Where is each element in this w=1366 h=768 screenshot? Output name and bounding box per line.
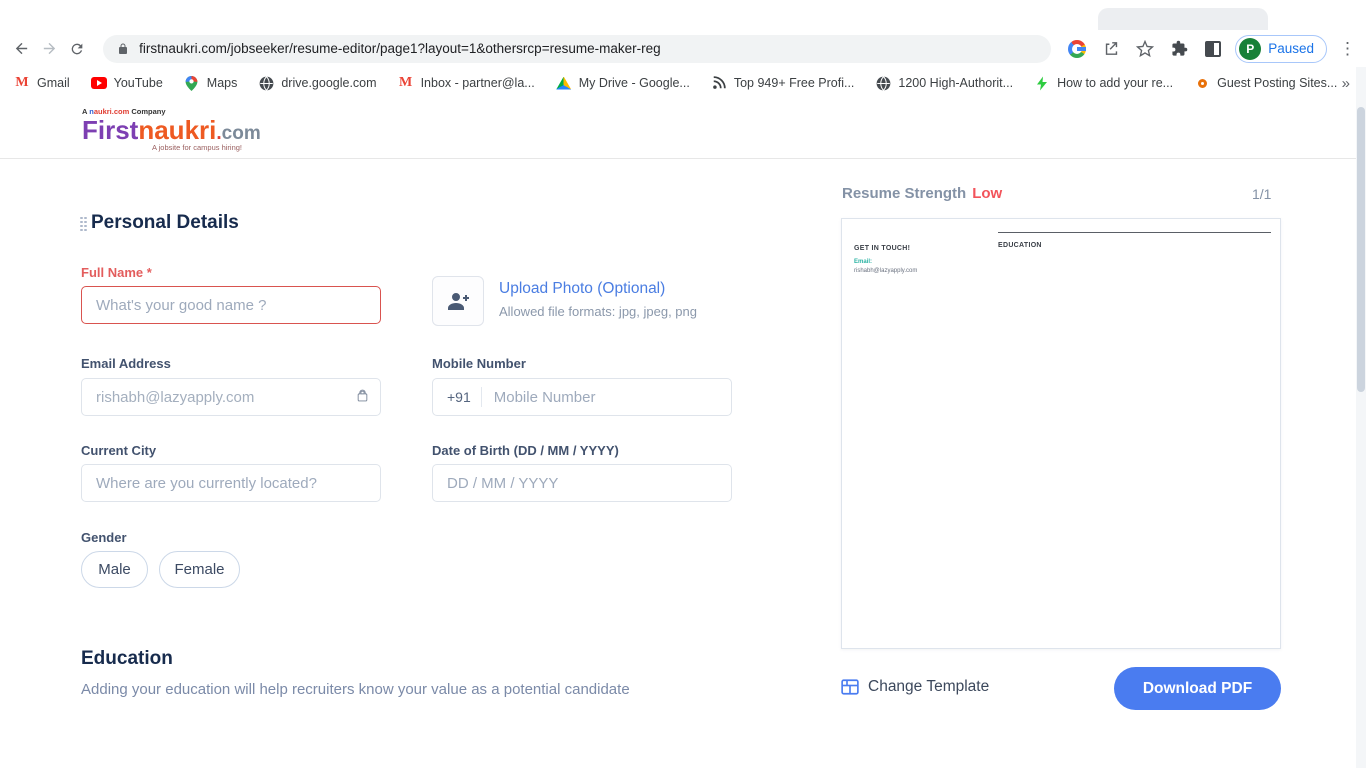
- gender-label: Gender: [81, 530, 127, 545]
- bookmark-how-to-add[interactable]: How to add your re...: [1034, 75, 1173, 91]
- gender-male-button[interactable]: Male: [81, 551, 148, 588]
- avatar: P: [1239, 38, 1261, 60]
- site-header: A naukri.com Company Firstnaukri.com A j…: [0, 99, 1366, 159]
- upload-photo-link[interactable]: Upload Photo (Optional): [499, 280, 665, 298]
- share-icon[interactable]: [1099, 37, 1123, 61]
- change-template-button[interactable]: Change Template: [841, 678, 989, 696]
- person-add-icon: [446, 289, 470, 313]
- bookmark-inbox[interactable]: M Inbox - partner@la...: [398, 75, 535, 91]
- reload-icon: [69, 41, 85, 57]
- bookmark-youtube[interactable]: YouTube: [91, 75, 163, 91]
- sync-paused-label: Paused: [1268, 41, 1314, 56]
- resume-strength: Resume StrengthLow: [842, 185, 1002, 202]
- email-label: Email Address: [81, 356, 171, 371]
- resume-email-label: Email:: [854, 259, 872, 265]
- gender-female-button[interactable]: Female: [159, 551, 240, 588]
- address-bar[interactable]: firstnaukri.com/jobseeker/resume-editor/…: [103, 35, 1051, 63]
- strength-value-badge: Low: [972, 185, 1002, 202]
- side-panel-icon[interactable]: [1201, 37, 1225, 61]
- forward-button[interactable]: [36, 35, 64, 63]
- mobile-country-code: +91: [433, 387, 482, 407]
- email-lock-icon: [356, 388, 369, 408]
- scrollbar-track[interactable]: [1356, 67, 1366, 768]
- drag-handle-icon[interactable]: [80, 217, 88, 233]
- google-account-icon[interactable]: [1065, 37, 1089, 61]
- education-section-title: Education: [81, 648, 173, 670]
- mobile-field-wrap: +91: [432, 378, 732, 416]
- profile-button[interactable]: P Paused: [1235, 35, 1327, 63]
- youtube-icon: [91, 75, 107, 91]
- back-button[interactable]: [8, 35, 36, 63]
- current-city-input[interactable]: [81, 464, 381, 502]
- full-name-input[interactable]: [81, 286, 381, 324]
- resume-section-divider: [998, 232, 1271, 233]
- full-name-label: Full Name *: [81, 265, 152, 280]
- gmail-icon: M: [398, 75, 414, 91]
- education-section-subtitle: Adding your education will help recruite…: [81, 681, 630, 698]
- bookmark-gmail[interactable]: M Gmail: [14, 75, 70, 91]
- mobile-label: Mobile Number: [432, 356, 526, 371]
- personal-details-title: Personal Details: [91, 212, 239, 234]
- resume-education-heading: EDUCATION: [998, 242, 1042, 249]
- toolbar-icons: P Paused ⋮: [1065, 35, 1366, 63]
- bookmark-my-drive[interactable]: My Drive - Google...: [556, 75, 690, 91]
- upload-photo-hint: Allowed file formats: jpg, jpeg, png: [499, 304, 697, 319]
- ssl-lock-icon[interactable]: [117, 42, 129, 56]
- back-arrow-icon: [13, 40, 30, 57]
- page-indicator: 1/1: [1252, 186, 1271, 202]
- upload-photo-box[interactable]: [432, 276, 484, 326]
- bookmark-guest-posting[interactable]: Guest Posting Sites...: [1194, 75, 1337, 91]
- bookmark-top-949[interactable]: Top 949+ Free Profi...: [711, 75, 855, 91]
- reload-button[interactable]: [63, 35, 91, 63]
- browser-window: firstnaukri.com/jobseeker/resume-editor/…: [0, 0, 1366, 768]
- extensions-puzzle-icon[interactable]: [1167, 37, 1191, 61]
- resume-preview-card[interactable]: GET IN TOUCH! Email: rishabh@lazyapply.c…: [841, 218, 1281, 649]
- globe-icon: [258, 75, 274, 91]
- dob-input[interactable]: [432, 464, 732, 502]
- bookmark-1200-high[interactable]: 1200 High-Authorit...: [875, 75, 1013, 91]
- email-input[interactable]: [81, 378, 381, 416]
- url-text[interactable]: firstnaukri.com/jobseeker/resume-editor/…: [139, 41, 661, 56]
- gmail-icon: M: [14, 75, 30, 91]
- dob-label: Date of Birth (DD / MM / YYYY): [432, 443, 619, 458]
- lightning-bolt-icon: [1034, 75, 1050, 91]
- feed-icon: [711, 75, 727, 91]
- bookmark-star-icon[interactable]: [1133, 37, 1157, 61]
- email-field-wrap: [81, 378, 381, 416]
- browser-toolbar: firstnaukri.com/jobseeker/resume-editor/…: [0, 30, 1366, 67]
- firstnaukri-logo[interactable]: A naukri.com Company Firstnaukri.com A j…: [82, 107, 242, 152]
- bookmark-maps[interactable]: Maps: [184, 75, 238, 91]
- current-city-label: Current City: [81, 443, 156, 458]
- forward-arrow-icon: [41, 40, 58, 57]
- tab-strip: [0, 0, 1366, 30]
- globe-icon: [875, 75, 891, 91]
- template-grid-icon: [841, 679, 859, 695]
- chrome-menu-icon[interactable]: ⋮: [1339, 39, 1356, 59]
- inactive-tab[interactable]: [1098, 8, 1268, 30]
- bookmarks-bar: M Gmail YouTube Maps drive.google.com M …: [0, 67, 1366, 99]
- scrollbar-thumb[interactable]: [1357, 107, 1365, 392]
- bookmarks-overflow-chevron[interactable]: »: [1342, 75, 1350, 92]
- maps-pin-icon: [184, 75, 200, 91]
- mobile-input[interactable]: [482, 389, 731, 406]
- download-pdf-button[interactable]: Download PDF: [1114, 667, 1281, 710]
- bookmark-drive-link[interactable]: drive.google.com: [258, 75, 376, 91]
- logo-wordmark: Firstnaukri.com: [82, 117, 242, 143]
- orange-dot-icon: [1194, 75, 1210, 91]
- personal-details-section-header: Personal Details: [80, 212, 239, 234]
- google-drive-icon: [556, 75, 572, 91]
- resume-email-value: rishabh@lazyapply.com: [854, 268, 917, 274]
- resume-get-in-touch-heading: GET IN TOUCH!: [854, 245, 910, 252]
